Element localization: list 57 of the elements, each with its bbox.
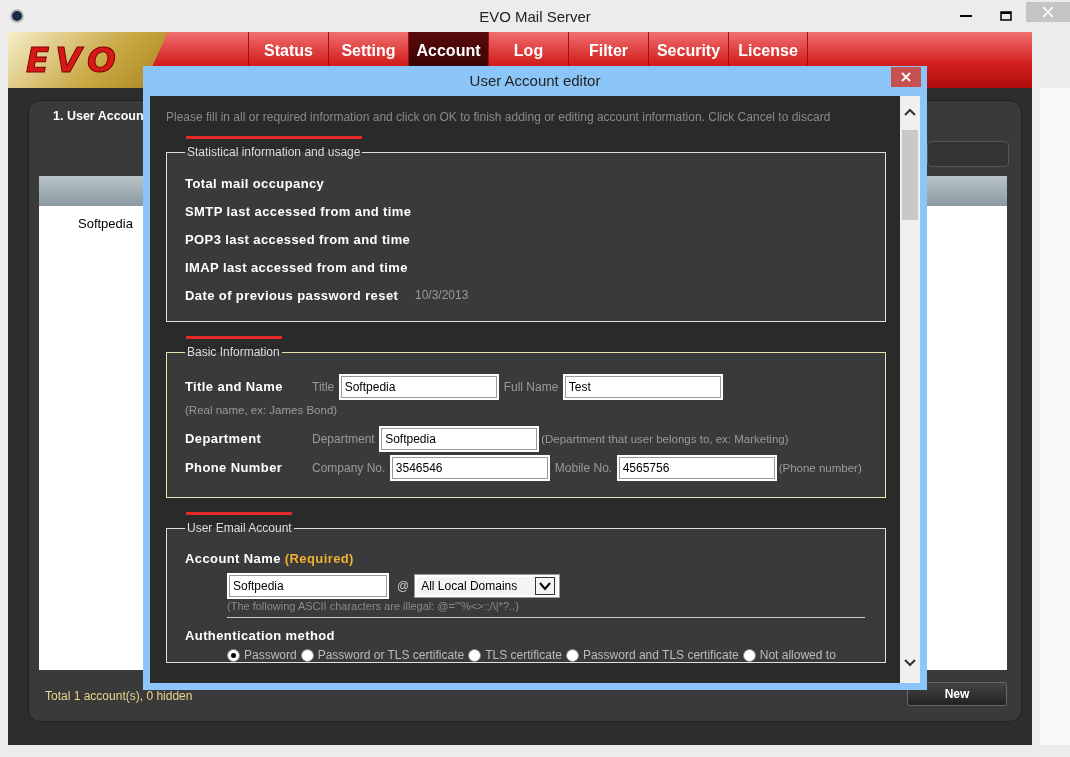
radio-button[interactable]	[227, 648, 240, 662]
field-label: Department	[185, 431, 263, 446]
field-caption: Department	[312, 432, 375, 446]
radio-label[interactable]: TLS certificate	[485, 648, 562, 662]
text-field[interactable]	[927, 141, 1009, 167]
field-hint: (Real name, ex: James Bond)	[185, 403, 338, 418]
caret-icon	[535, 577, 556, 595]
field-label: Title and Name	[185, 379, 284, 394]
panel-title: 1. User Accoun	[53, 109, 144, 123]
field-label: Phone Number	[185, 460, 284, 475]
account-summary: Total 1 account(s), 0 hidden	[45, 689, 193, 703]
radio-label[interactable]: Not allowed to	[759, 648, 836, 662]
field-caption: Title	[312, 380, 335, 394]
field-caption: Mobile No.	[554, 461, 613, 475]
radio-button[interactable]	[742, 648, 756, 662]
radio-button[interactable]	[300, 648, 314, 662]
domain-dropdown[interactable]: All Local Domains	[415, 575, 560, 597]
radio-button[interactable]	[565, 648, 579, 662]
field-caption: Company No.	[312, 461, 386, 475]
input-field[interactable]: Softpedia	[340, 375, 497, 398]
stat-label: IMAP last accessed from and time	[185, 259, 409, 275]
stat-label: Date of previous password reset	[185, 287, 400, 303]
input-field[interactable]: Softpedia	[229, 575, 387, 597]
input-field[interactable]: 4565756	[618, 456, 775, 479]
new-button[interactable]: New	[907, 682, 1007, 706]
section-legend: User Email Account	[185, 521, 294, 535]
close-icon[interactable]	[891, 67, 921, 87]
field-label: Authentication method	[185, 628, 335, 643]
scroll-thumb[interactable]	[902, 130, 918, 220]
instruction-text: Please fill in all or required information and click on OK to finish adding or editing account information. Click Cancel to discard	[166, 110, 832, 124]
section-legend: Basic Information	[185, 345, 282, 359]
at-sign: @	[397, 579, 410, 593]
field-caption: Full Name	[503, 380, 559, 394]
field-hint: (The following ASCII characters are illegal: @="'%<>:;/\|*?..)	[227, 600, 865, 618]
scroll-up-icon[interactable]	[904, 108, 916, 116]
section-legend: Statistical information and usage	[185, 145, 363, 159]
scroll-down-icon[interactable]	[904, 659, 916, 667]
stat-label: Total mail occupancy	[185, 175, 326, 191]
stat-value: 10/3/2013	[415, 288, 469, 302]
stat-label: POP3 last accessed from and time	[185, 231, 412, 247]
stat-label: SMTP last accessed from and time	[185, 203, 413, 219]
window-title: EVO Mail Server	[479, 7, 591, 25]
field-label: Account Name (Required)	[185, 551, 354, 566]
field-hint: (Phone number)	[778, 461, 862, 476]
input-field[interactable]: Test	[564, 375, 721, 398]
radio-button[interactable]	[468, 648, 482, 662]
input-field[interactable]: Softpedia	[381, 427, 538, 450]
field-hint: (Department that user belongs to, ex: Marketing)	[541, 432, 789, 447]
input-field[interactable]: 3546546	[391, 456, 548, 479]
radio-label[interactable]: Password or TLS certificate	[317, 648, 465, 662]
nav-tab[interactable]: Account	[408, 32, 488, 66]
radio-label[interactable]: Password	[244, 648, 297, 662]
radio-label[interactable]: Password and TLS certificate	[582, 648, 739, 662]
app-icon[interactable]	[10, 9, 24, 23]
account-item[interactable]: Softpedia	[76, 216, 135, 231]
logo: EVO	[8, 32, 168, 88]
dialog-title: User Account editor	[469, 71, 601, 89]
